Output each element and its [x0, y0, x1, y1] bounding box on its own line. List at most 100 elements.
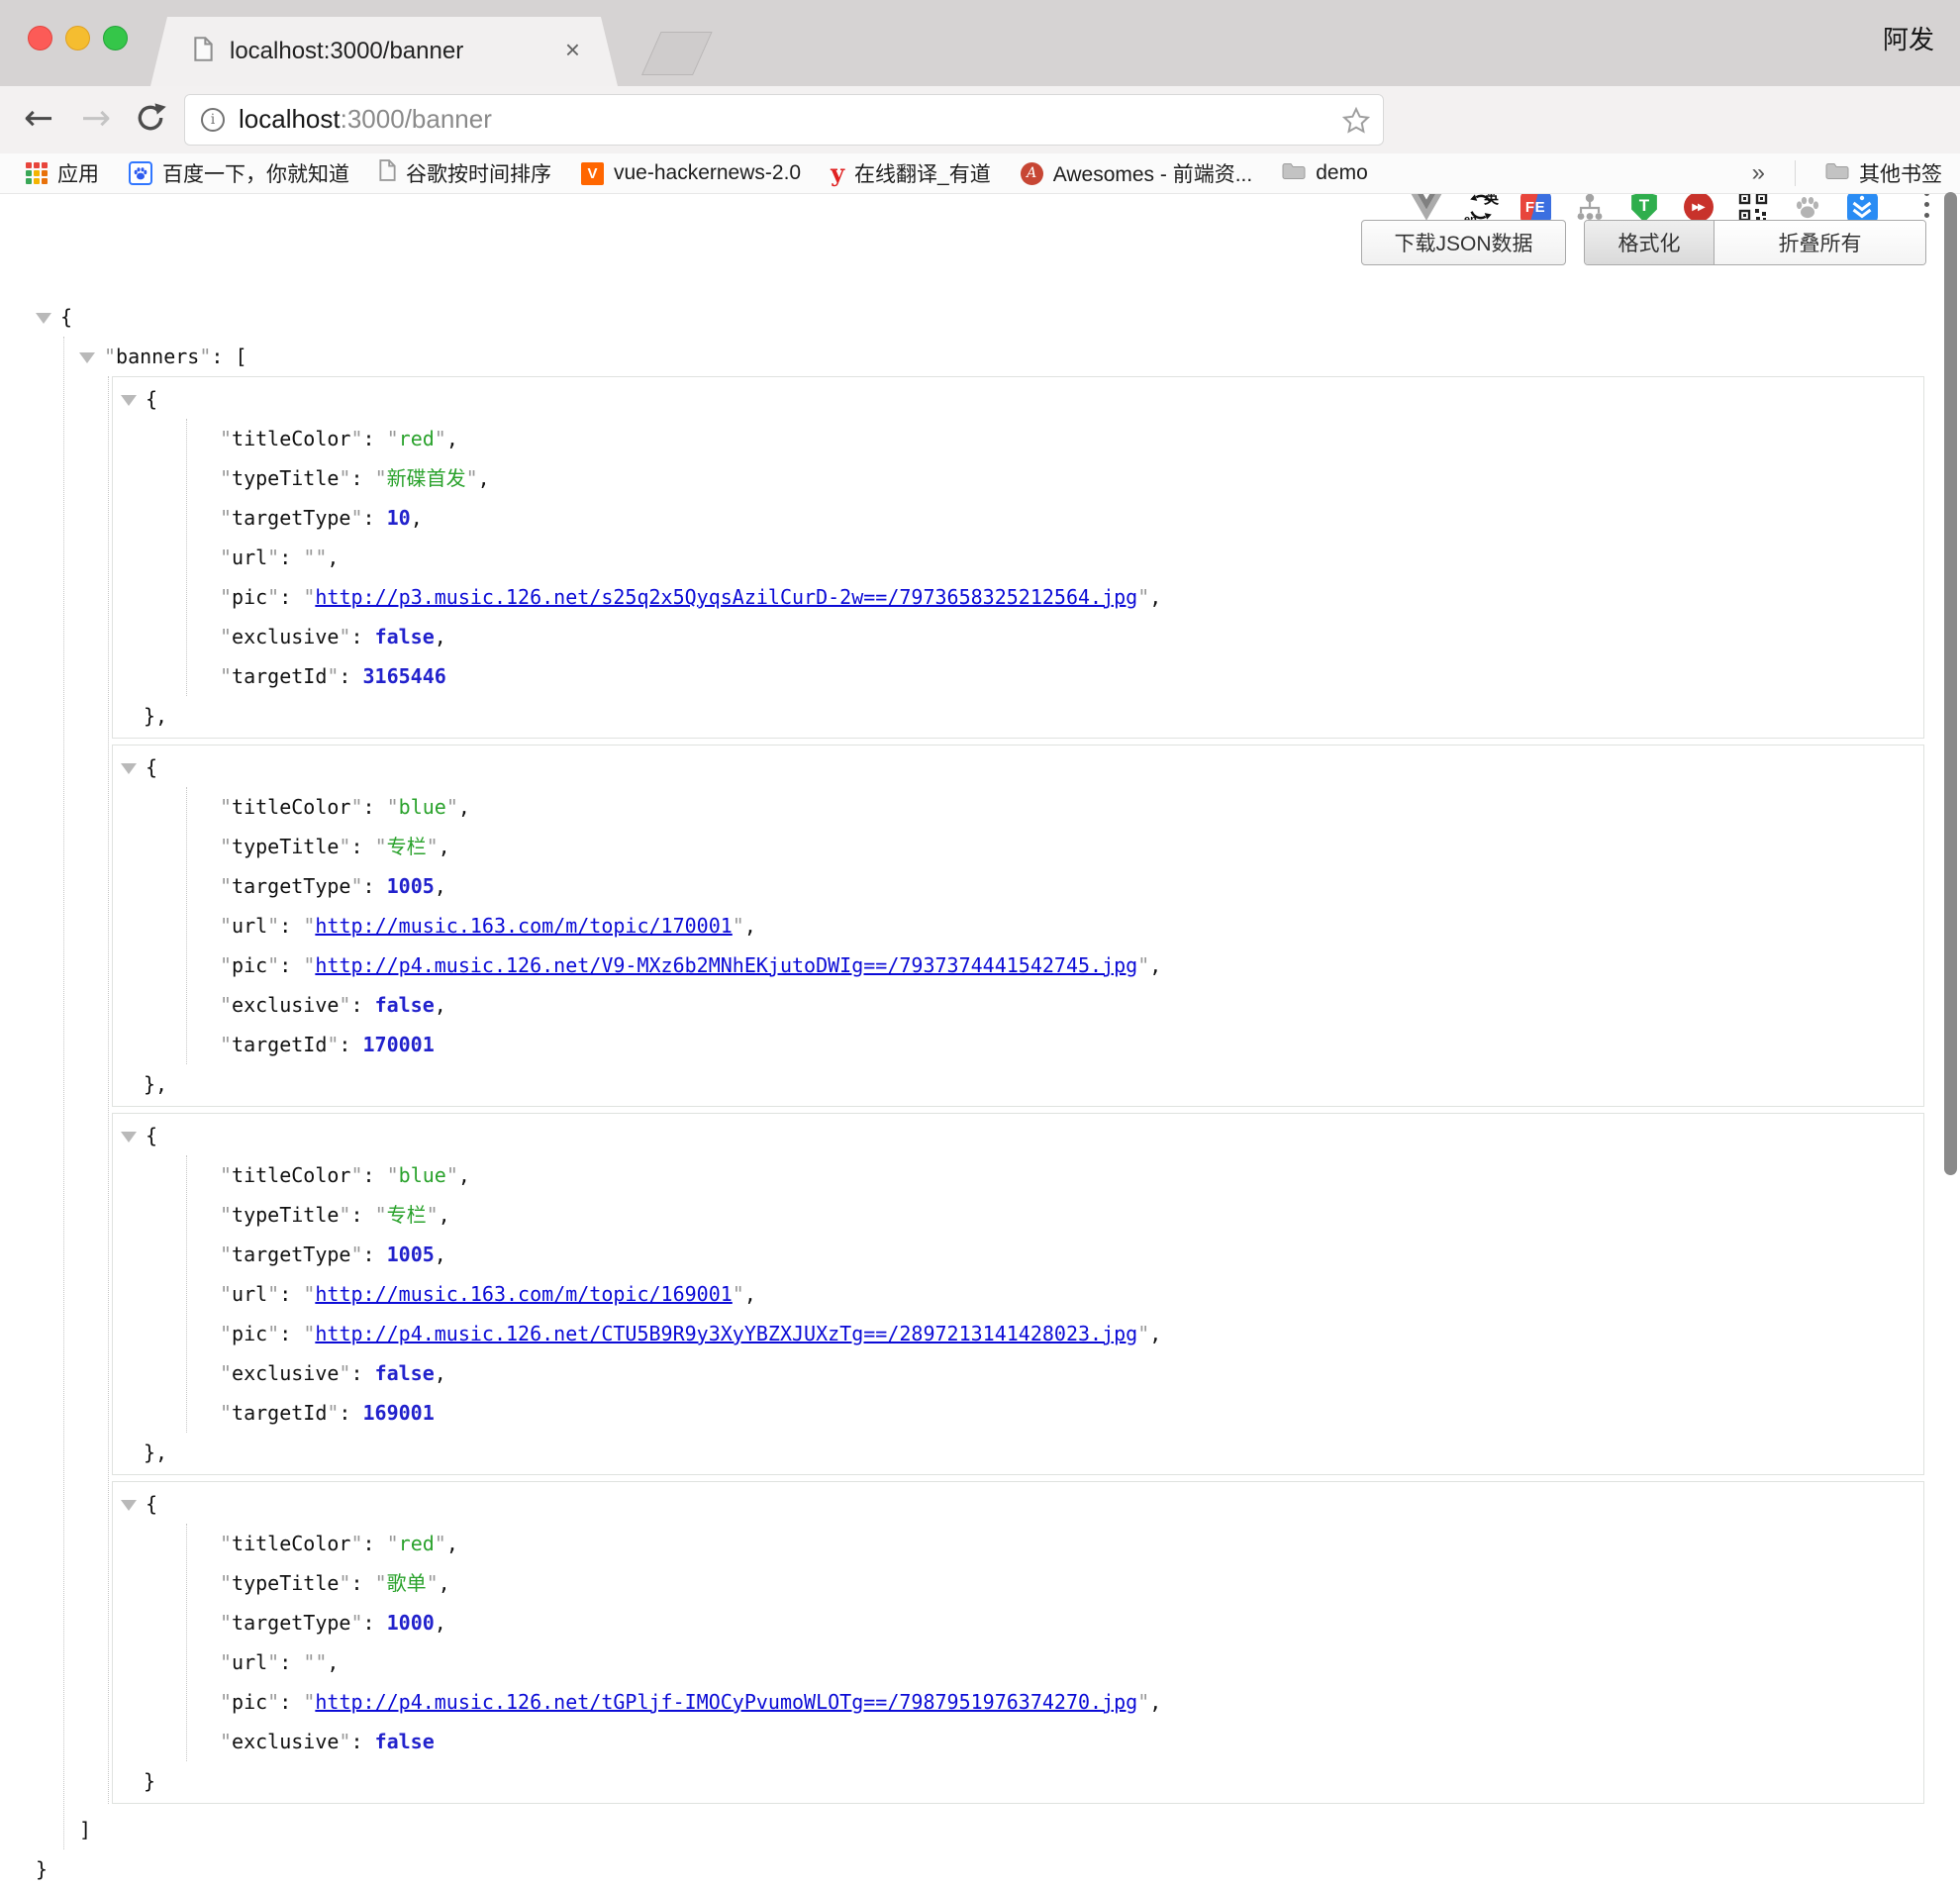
youdao-logo-icon: y: [831, 163, 844, 183]
new-tab-button[interactable]: [641, 32, 713, 75]
json-line: "typeTitle": "新碟首发",: [220, 458, 1923, 498]
url-host: localhost: [239, 104, 341, 134]
view-toggle-group: 格式化 折叠所有: [1584, 220, 1926, 265]
bookmark-label: 在线翻译_有道: [854, 158, 991, 188]
json-viewer: {"banners": [{"titleColor": "red","typeT…: [36, 297, 1924, 1889]
baidu-paw-icon: [129, 161, 152, 185]
other-bookmarks-folder[interactable]: 其他书签: [1825, 158, 1942, 188]
apps-grid-icon: [26, 162, 48, 184]
bookmark-label: Awesomes - 前端资...: [1053, 158, 1253, 188]
address-bar[interactable]: i localhost:3000/banner: [184, 94, 1384, 146]
download-json-button[interactable]: 下载JSON数据: [1361, 220, 1566, 265]
download-manager-icon[interactable]: [1845, 190, 1879, 224]
json-line: {: [113, 747, 1923, 787]
bookmarks-overflow-icon[interactable]: »: [1752, 159, 1765, 187]
paw-icon[interactable]: [1791, 190, 1824, 224]
json-line: "titleColor": "blue",: [220, 787, 1923, 827]
collapse-caret-icon[interactable]: [36, 313, 51, 324]
json-line: "targetId": 169001: [220, 1393, 1923, 1433]
json-line: "targetId": 3165446: [220, 656, 1923, 696]
json-line: "titleColor": "red",: [220, 1524, 1923, 1563]
bookmark-star-icon[interactable]: [1341, 106, 1371, 141]
json-line: "pic": "http://p4.music.126.net/CTU5B9R9…: [220, 1314, 1923, 1353]
bookmark-label: 应用: [57, 158, 99, 188]
minimize-window-button[interactable]: [65, 26, 90, 50]
zoom-window-button[interactable]: [103, 26, 128, 50]
json-line: "exclusive": false,: [220, 1353, 1923, 1393]
bookmark-google-sort[interactable]: 谷歌按时间排序: [379, 158, 551, 188]
json-line: "typeTitle": "专栏",: [220, 1195, 1923, 1235]
folder-icon: [1825, 161, 1849, 186]
json-line: "targetType": 1000,: [220, 1603, 1923, 1642]
bookmarks-bar: 应用 百度一下，你就知道 谷歌按时间排序 V vue-hackernews-2.…: [0, 153, 1960, 194]
json-line: },: [113, 696, 1923, 736]
window-controls: [28, 26, 128, 50]
json-line: "targetType": 1005,: [220, 866, 1923, 906]
fehelper-icon[interactable]: FE: [1519, 190, 1552, 224]
json-line: "titleColor": "red",: [220, 419, 1923, 458]
json-link[interactable]: http://music.163.com/m/topic/170001: [315, 914, 732, 938]
bookmark-awesomes[interactable]: A Awesomes - 前端资...: [1021, 158, 1253, 188]
page-icon: [194, 37, 213, 66]
bookmark-label: 谷歌按时间排序: [406, 158, 551, 188]
reload-button[interactable]: [133, 100, 168, 141]
other-bookmarks-label: 其他书签: [1859, 158, 1942, 188]
scrollbar-thumb[interactable]: [1944, 192, 1957, 1175]
bookmark-apps[interactable]: 应用: [26, 158, 99, 188]
json-line: "url": "",: [220, 538, 1923, 577]
bookmark-folder-demo[interactable]: demo: [1282, 161, 1368, 186]
json-line: "titleColor": "blue",: [220, 1155, 1923, 1195]
bookmark-baidu[interactable]: 百度一下，你就知道: [129, 158, 349, 188]
json-link[interactable]: http://p4.music.126.net/V9-MXz6b2MNhEKju…: [315, 953, 1137, 977]
json-link[interactable]: http://p4.music.126.net/tGPljf-IMOCyPvum…: [315, 1690, 1137, 1714]
json-array-item: {"titleColor": "blue","typeTitle": "专栏",…: [112, 1113, 1924, 1475]
json-array-item: {"titleColor": "blue","typeTitle": "专栏",…: [112, 745, 1924, 1107]
sitemap-icon[interactable]: [1573, 190, 1607, 224]
collapse-all-button[interactable]: 折叠所有: [1715, 221, 1925, 264]
tab-title: localhost:3000/banner: [230, 38, 463, 65]
json-line: {: [36, 297, 1924, 337]
json-line: }: [113, 1761, 1923, 1801]
awesomes-logo-icon: A: [1021, 162, 1043, 185]
active-tab[interactable]: localhost:3000/banner ×: [150, 17, 618, 86]
json-line: "exclusive": false,: [220, 617, 1923, 656]
json-line: },: [113, 1064, 1923, 1104]
fast-forward-icon[interactable]: ▶▶: [1682, 190, 1715, 224]
url-text[interactable]: localhost:3000/banner: [239, 104, 492, 135]
json-line: "url": "",: [220, 1642, 1923, 1682]
json-array-item: {"titleColor": "red","typeTitle": "新碟首发"…: [112, 376, 1924, 739]
json-line: "typeTitle": "专栏",: [220, 827, 1923, 866]
bookmark-vue-hackernews[interactable]: V vue-hackernews-2.0: [581, 161, 801, 185]
json-line: {: [113, 1484, 1923, 1524]
json-line: "url": "http://music.163.com/m/topic/170…: [220, 906, 1923, 945]
collapse-caret-icon[interactable]: [121, 1132, 137, 1143]
json-array-item: {"titleColor": "red","typeTitle": "歌单","…: [112, 1481, 1924, 1804]
shield-icon[interactable]: T: [1627, 190, 1661, 224]
vue-devtools-icon[interactable]: [1410, 190, 1443, 224]
format-button[interactable]: 格式化: [1585, 221, 1715, 264]
json-line: "pic": "http://p4.music.126.net/V9-MXz6b…: [220, 945, 1923, 985]
site-info-icon[interactable]: i: [201, 108, 225, 132]
json-link[interactable]: http://p3.music.126.net/s25q2x5QyqsAzilC…: [315, 585, 1137, 609]
json-line: "typeTitle": "歌单",: [220, 1563, 1923, 1603]
bookmark-youdao[interactable]: y 在线翻译_有道: [831, 158, 991, 188]
collapse-caret-icon[interactable]: [121, 1500, 137, 1511]
back-button[interactable]: ←: [24, 94, 53, 144]
qrcode-icon[interactable]: [1736, 190, 1770, 224]
close-window-button[interactable]: [28, 26, 52, 50]
json-line: "targetId": 170001: [220, 1025, 1923, 1064]
collapse-caret-icon[interactable]: [121, 395, 137, 406]
collapse-caret-icon[interactable]: [121, 763, 137, 774]
collapse-caret-icon[interactable]: [79, 352, 95, 363]
json-link[interactable]: http://p4.music.126.net/CTU5B9R9y3XyYBZX…: [315, 1322, 1137, 1345]
json-line: "targetType": 10,: [220, 498, 1923, 538]
tab-close-icon[interactable]: ×: [565, 35, 580, 65]
json-line: "targetType": 1005,: [220, 1235, 1923, 1274]
json-line: "banners": [: [64, 337, 1924, 376]
json-link[interactable]: http://music.163.com/m/topic/169001: [315, 1282, 732, 1306]
browser-window: { "browser": { "profile_name": "阿发", "ta…: [0, 0, 1960, 1737]
bookmark-label: demo: [1316, 161, 1368, 185]
profile-name[interactable]: 阿发: [1883, 20, 1934, 56]
tab-strip: localhost:3000/banner × 阿发: [0, 0, 1960, 86]
translate-icon[interactable]: 英 en: [1464, 190, 1498, 224]
